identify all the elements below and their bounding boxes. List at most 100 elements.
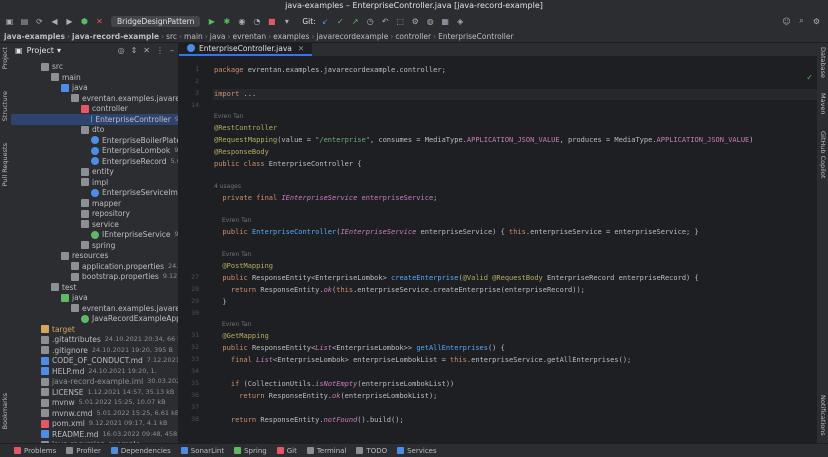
tree-item[interactable]: controller [81,103,128,114]
git-push-icon[interactable]: ↗ [350,16,361,27]
profile-icon[interactable]: ◔ [251,16,262,27]
debug-icon[interactable]: ✱ [221,16,232,27]
inlay-hint[interactable]: Evren Tan [222,251,251,260]
tree-item[interactable]: java-record-example.iml30.03.2023 [41,376,178,387]
status-item-terminal[interactable]: Terminal [306,447,346,455]
save-icon[interactable]: ▤ [19,16,30,27]
code-line[interactable]: return ResponseEntity.notFound().build()… [214,415,404,426]
tab-maven[interactable]: Maven [819,93,827,115]
tree-item[interactable]: .gitignore 24.10.2021 19:20, 395 B [41,345,173,356]
options-icon[interactable]: ⋮ [156,46,164,55]
git-update-icon[interactable]: ↙ [320,16,331,27]
code-line[interactable]: } [214,297,226,308]
project-title[interactable]: Project [27,46,54,55]
tab-project[interactable]: Project [1,47,9,69]
tree-item[interactable]: impl [81,177,108,188]
tree-item[interactable]: EnterpriseController 9 [11,113,178,125]
tree-item[interactable]: EnterpriseServiceImpl [91,187,178,198]
breadcrumb-item[interactable]: main [184,32,203,41]
tab-structure[interactable]: Structure [1,91,9,121]
plugin-icon[interactable]: ▦ [440,16,451,27]
breadcrumb-item[interactable]: controller [395,32,431,41]
status-item-problems[interactable]: Problems [14,447,56,455]
breadcrumb-item[interactable]: java [210,32,226,41]
stop-icon[interactable]: ■ [266,16,277,27]
breadcrumb-item[interactable]: javarecordexample [316,32,388,41]
code-line[interactable]: package evrentan.examples.javarecordexam… [214,65,446,76]
chevron-down-icon[interactable]: ▾ [57,46,61,55]
code-line[interactable]: @RequestMapping(value = "/enterprise", c… [214,135,753,146]
user-icon[interactable]: ☺ [781,16,792,27]
tree-item[interactable]: entity [81,166,114,177]
code-line[interactable]: public EnterpriseController(IEnterpriseS… [214,227,698,238]
code-line[interactable]: @ResponseBody [214,147,269,158]
code-line[interactable]: @RestController [214,123,277,134]
close-icon[interactable]: ✕ [298,44,304,53]
tree-item[interactable]: mvnw.cmd 5.01.2022 15:25, 6.61 kB [41,408,178,419]
tree-item[interactable]: test [51,282,76,293]
tree-item[interactable]: evrentan.examples.javarecord [71,303,178,314]
code-line[interactable]: final List<EnterpriseLombok> enterpriseL… [214,355,631,366]
tree-item[interactable]: mapper [81,198,121,209]
tree-item[interactable]: src [41,61,63,72]
code-line[interactable]: return ResponseEntity.ok(this.enterprise… [214,285,585,296]
tree-item[interactable]: pom.xml 9.12.2021 09:17, 4.1 kB [41,418,168,429]
code-line[interactable]: import ... [214,89,256,100]
status-item-todo[interactable]: TODO [356,447,387,455]
tree-item[interactable]: repository [81,208,130,219]
tree-item[interactable]: application.properties24.10. [71,261,178,272]
breadcrumb-item[interactable]: java-record-example [72,32,159,41]
tree-item[interactable]: .gitattributes 24.10.2021 20:34, 66 B [41,334,178,345]
tree-item[interactable]: EnterpriseBoilerPlate [91,135,178,146]
inlay-hint[interactable]: Evren Tan [222,217,251,226]
copilot-icon[interactable]: ◈ [455,16,466,27]
avatar-icon[interactable]: ◍ [425,16,436,27]
collapse-icon[interactable]: ✕ [143,46,150,55]
tree-item[interactable]: java [61,82,88,93]
tab-enterprise-controller[interactable]: EnterpriseController.java ✕ [179,43,313,56]
inlay-hint[interactable]: Evren Tan [222,321,251,330]
code-line[interactable]: public ResponseEntity<EnterpriseLombok> … [214,273,698,284]
tree-item[interactable]: java [61,292,88,303]
code-line[interactable]: @GetMapping [214,331,268,342]
build-icon[interactable]: ⬢ [79,16,90,27]
status-item-spring[interactable]: Spring [234,447,267,455]
back-icon[interactable]: ◀ [49,16,60,27]
tree-item[interactable]: resources [61,250,108,261]
tab-github-copilot[interactable]: GitHub Copilot [819,131,827,178]
target-icon[interactable]: ◎ [118,46,125,55]
tree-item[interactable]: JavaRecordExampleAppl [81,313,178,324]
status-item-git[interactable]: Git [276,447,297,455]
inlay-hint[interactable]: 4 usages [214,183,241,192]
tree-item[interactable]: dto [81,124,104,135]
breadcrumb-item[interactable]: src [166,32,177,41]
tree-item[interactable]: HELP.md 24.10.2021 19:20, 1. [41,366,157,377]
code-line[interactable]: if (CollectionUtils.isNotEmpty(enterpris… [214,379,454,390]
gear-icon[interactable]: ⚙ [811,16,822,27]
code-line[interactable]: private final IEnterpriseService enterpr… [214,193,437,204]
sync-icon[interactable]: ⟳ [34,16,45,27]
tab-database[interactable]: Database [819,47,827,78]
tree-item[interactable]: spring [81,240,115,251]
git-commit-icon[interactable]: ✓ [335,16,346,27]
tree-item[interactable]: evrentan.examples.javarecord [71,93,178,104]
forward-icon[interactable]: ▶ [64,16,75,27]
tree-item[interactable]: CODE_OF_CONDUCT.md7.12.2021 1 [41,355,178,366]
run-config-select[interactable]: BridgeDesignPattern [111,15,201,27]
tree-item[interactable]: service [81,219,119,230]
coverage-icon[interactable]: ◉ [236,16,247,27]
expand-icon[interactable]: ⇕ [131,46,138,55]
breadcrumb-item[interactable]: EnterpriseController [438,32,513,41]
history-icon[interactable]: ◷ [365,16,376,27]
tree-item[interactable]: bootstrap.properties9.12.20 [71,271,178,282]
code-line[interactable]: public class EnterpriseController { [214,159,362,170]
tab-pull-requests[interactable]: Pull Requests [1,143,9,186]
tree-item[interactable]: main [51,72,81,83]
tree-item[interactable]: README.md 16.03.2022 09:48, 458 B [41,429,178,440]
search-icon[interactable]: ⌕ [796,16,807,27]
code-line[interactable]: public ResponseEntity<List<EnterpriseLom… [214,343,504,354]
inlay-hint[interactable]: Evren Tan [214,113,243,122]
folder-icon[interactable]: ▣ [4,16,15,27]
breadcrumb-item[interactable]: examples [273,32,309,41]
settings-icon[interactable]: ⚙ [410,16,421,27]
